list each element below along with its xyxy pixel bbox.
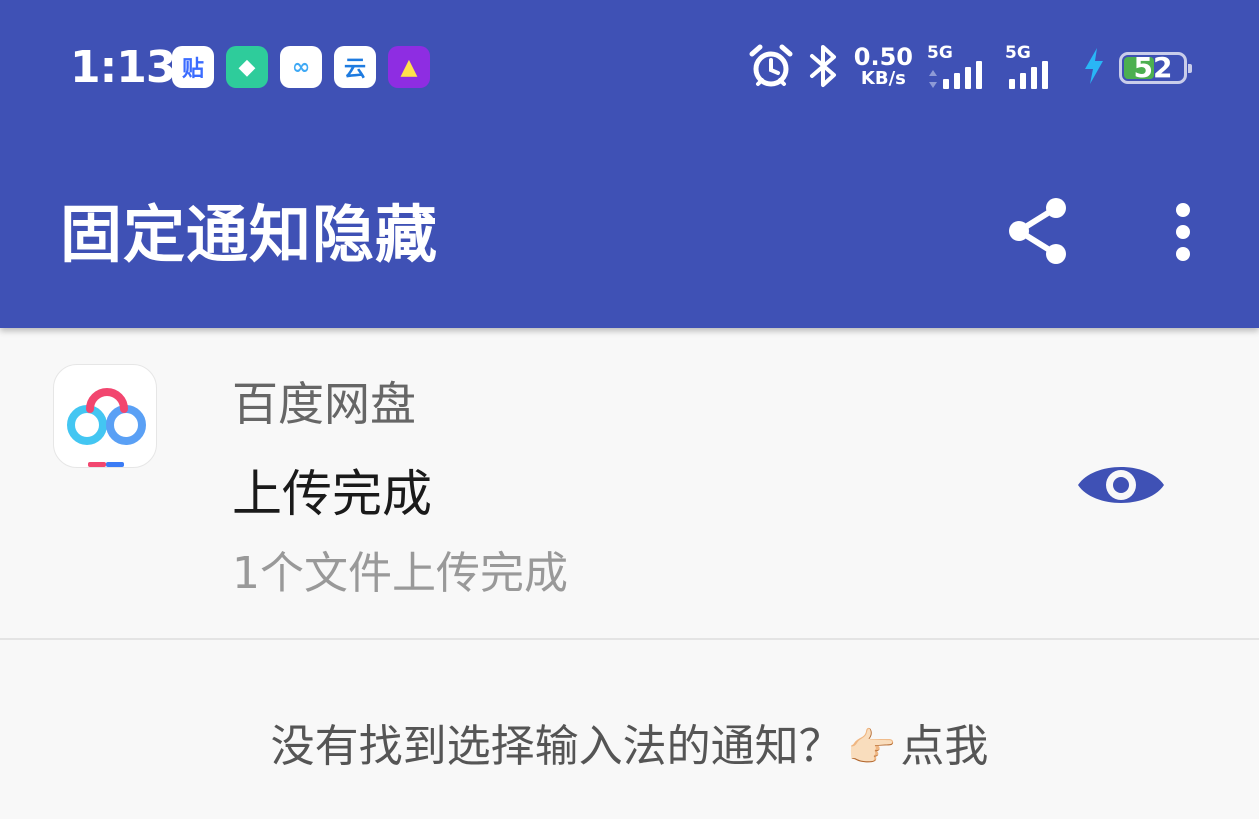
signal-sim2-bars-icon xyxy=(1009,61,1048,89)
input-method-hint[interactable]: 没有找到选择输入法的通知？ 👉🏻点我 xyxy=(0,712,1259,783)
car-app-icon: ▲ xyxy=(388,46,430,88)
alarm-icon xyxy=(748,43,794,93)
hint-text: 没有找到选择输入法的通知？ xyxy=(270,721,843,772)
cloud-ai-icon: 云 xyxy=(334,46,376,88)
charging-bolt-icon xyxy=(1083,47,1105,89)
signal-sim2-label: 5G xyxy=(1005,43,1031,63)
eye-icon xyxy=(1078,467,1164,503)
baidu-netdisk-small-icon: ∞ xyxy=(280,46,322,88)
data-arrows-icon xyxy=(929,70,937,88)
share-button[interactable] xyxy=(1000,192,1074,270)
network-speed-value: 0.50 xyxy=(853,43,913,71)
signal-sim1: 5G xyxy=(927,43,991,93)
battery-tip xyxy=(1188,64,1192,73)
hint-link[interactable]: 点我 xyxy=(900,721,988,772)
tieba-icon: 贴 xyxy=(172,46,214,88)
battery-level: 52 xyxy=(1133,51,1173,84)
more-vert-icon xyxy=(1176,203,1190,261)
page-title: 固定通知隐藏 xyxy=(60,198,439,271)
notification-text: 1个文件上传完成 xyxy=(232,548,568,599)
share-icon xyxy=(1009,198,1066,264)
status-indicators: 0.50 KB/s 5G 5G 52 xyxy=(748,40,1192,96)
status-bar: 1:13 贴 ◆ ∞ 云 ▲ 0.50 KB/s 5G 5G 52 xyxy=(0,0,1259,134)
bluetooth-icon xyxy=(808,43,840,93)
shield-app-icon: ◆ xyxy=(226,46,268,88)
network-speed: 0.50 KB/s xyxy=(853,43,913,90)
signal-sim1-bars-icon xyxy=(943,61,982,89)
signal-sim2: 5G xyxy=(1005,43,1069,93)
notification-icons: 贴 ◆ ∞ 云 ▲ xyxy=(172,46,430,88)
pointing-finger-icon: 👉🏻 xyxy=(846,725,897,771)
notification-title: 上传完成 xyxy=(232,465,432,523)
network-speed-unit: KB/s xyxy=(860,68,906,89)
more-options-button[interactable] xyxy=(1160,196,1206,268)
app-bar: 1:13 贴 ◆ ∞ 云 ▲ 0.50 KB/s 5G 5G 52 固定通知隐藏 xyxy=(0,0,1259,328)
visibility-toggle-button[interactable] xyxy=(1074,452,1168,518)
baidu-netdisk-icon xyxy=(53,364,157,468)
notification-item[interactable]: 百度网盘 上传完成 1个文件上传完成 xyxy=(0,328,1259,640)
app-name: 百度网盘 xyxy=(232,377,416,431)
signal-sim1-label: 5G xyxy=(927,43,953,63)
battery-icon: 52 xyxy=(1119,51,1192,84)
status-time: 1:13 xyxy=(70,42,176,93)
